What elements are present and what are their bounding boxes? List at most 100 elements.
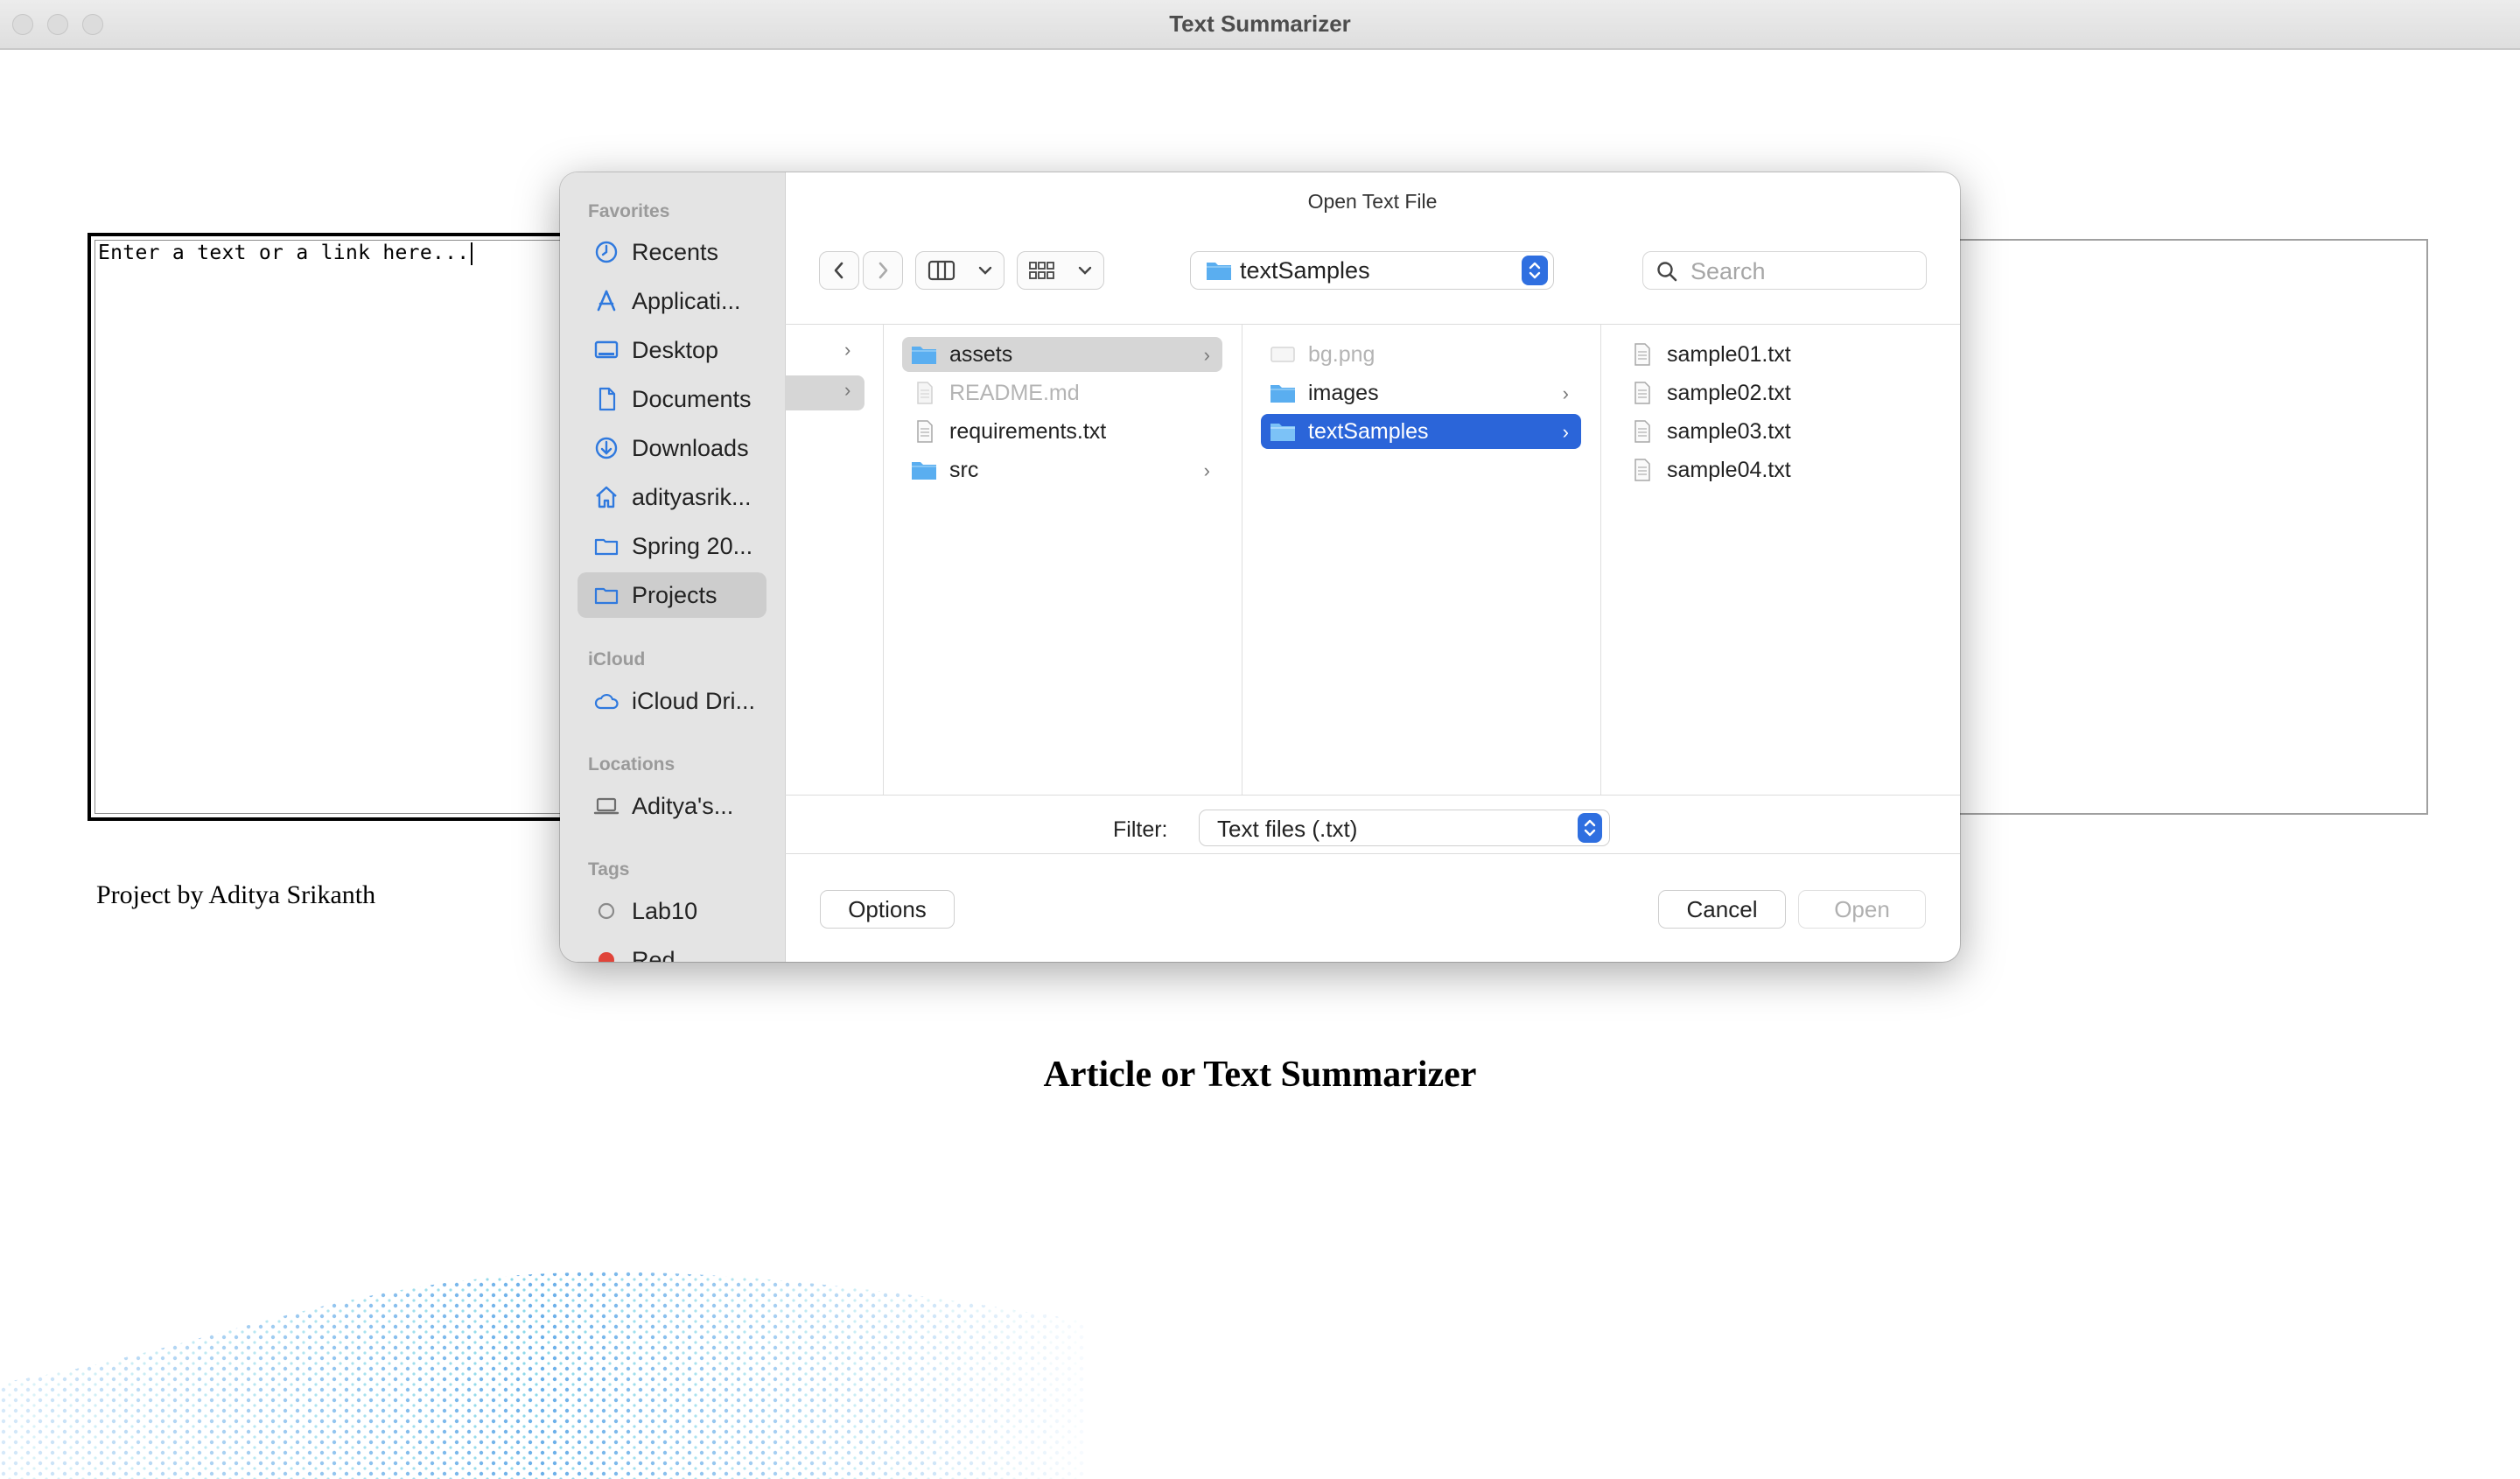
list-item-sample01[interactable]: sample01.txt — [1620, 337, 1940, 372]
filter-label: Filter: — [1113, 817, 1168, 842]
file-name: textSamples — [1308, 418, 1429, 444]
grid-icon — [1029, 262, 1054, 279]
file-name: README.md — [949, 380, 1080, 405]
up-down-stepper-icon — [1522, 256, 1548, 285]
download-icon — [595, 437, 618, 459]
file-icon — [1634, 382, 1650, 404]
chevron-right-icon — [878, 262, 888, 279]
sidebar-item-label: Applicati... — [632, 287, 741, 314]
sidebar-item-documents[interactable]: Documents — [578, 376, 766, 422]
image-file-icon — [1270, 347, 1295, 362]
list-item-assets[interactable]: assets › — [902, 337, 1222, 372]
filter-value: Text files (.txt) — [1217, 816, 1358, 842]
list-item-sample02[interactable]: sample02.txt — [1620, 375, 1940, 410]
chevron-right-icon: › — [1203, 459, 1210, 481]
file-icon — [1634, 420, 1650, 443]
columns-view-icon — [928, 260, 955, 281]
sidebar-item-label: Lab10 — [632, 897, 698, 924]
search-field[interactable]: Search — [1642, 251, 1927, 290]
sidebar-item-label: adityasrik... — [632, 483, 752, 510]
back-button[interactable] — [819, 251, 859, 290]
filter-popup[interactable]: Text files (.txt) — [1199, 810, 1610, 846]
sidebar-item-recents[interactable]: Recents — [578, 229, 766, 275]
chevron-down-icon — [1078, 266, 1092, 275]
sidebar-item-tag-lab10[interactable]: Lab10 — [578, 888, 766, 934]
sidebar-item-label: Documents — [632, 385, 752, 412]
folder-icon — [594, 538, 619, 556]
text-input-area[interactable] — [88, 233, 578, 821]
folder-icon — [912, 347, 936, 364]
sidebar-item-home[interactable]: adityasrik... — [578, 474, 766, 520]
folder-icon — [1270, 385, 1295, 403]
tag-circle-icon — [598, 902, 615, 920]
file-name: assets — [949, 341, 1013, 367]
folder-icon — [594, 587, 619, 605]
sidebar-item-label: Recents — [632, 238, 719, 265]
list-item-images[interactable]: images › — [1261, 375, 1581, 410]
laptop-icon — [593, 797, 620, 815]
search-placeholder: Search — [1690, 258, 1766, 284]
sidebar-item-label: iCloud Dri... — [632, 687, 756, 714]
text-caret — [471, 242, 473, 265]
sidebar-header-icloud: iCloud — [588, 649, 646, 669]
sidebar-item-applications[interactable]: Applicati... — [578, 278, 766, 324]
folder-icon — [912, 462, 936, 480]
dialog-sidebar: Favorites Recents Applicati... Desktop D… — [560, 172, 786, 962]
list-item-sample03[interactable]: sample03.txt — [1620, 414, 1940, 449]
sidebar-item-computer[interactable]: Aditya's... — [578, 783, 766, 829]
chevron-down-icon — [978, 266, 991, 275]
list-item-requirements[interactable]: requirements.txt — [902, 414, 1222, 449]
file-icon — [917, 420, 933, 443]
list-item-textsamples[interactable]: textSamples › — [1261, 414, 1581, 449]
file-name: sample03.txt — [1667, 418, 1791, 444]
location-popup[interactable]: textSamples — [1190, 251, 1554, 290]
sidebar-item-label: Desktop — [632, 336, 719, 363]
sidebar-item-label: Aditya's... — [632, 792, 734, 819]
file-name: requirements.txt — [949, 418, 1107, 444]
file-name: sample02.txt — [1667, 380, 1791, 405]
chevron-right-icon: › — [844, 379, 851, 401]
sidebar-item-tag-red[interactable]: Red — [578, 937, 766, 962]
sidebar-item-spring[interactable]: Spring 20... — [578, 523, 766, 569]
column1-selected-row[interactable]: › — [785, 375, 864, 410]
app-heading: Article or Text Summarizer — [1043, 1055, 1477, 1095]
desktop-icon — [594, 340, 619, 359]
home-icon — [596, 486, 617, 508]
chevron-right-icon: › — [1203, 344, 1210, 366]
list-item-sample04[interactable]: sample04.txt — [1620, 452, 1940, 487]
view-mode-button[interactable] — [915, 251, 1004, 290]
list-item-src[interactable]: src › — [902, 452, 1222, 487]
file-name: sample01.txt — [1667, 341, 1791, 367]
list-item-bg-png: bg.png — [1261, 337, 1581, 372]
group-by-button[interactable] — [1017, 251, 1104, 290]
chevron-right-icon: › — [844, 339, 851, 361]
cancel-button[interactable]: Cancel — [1658, 890, 1786, 929]
file-name: bg.png — [1308, 341, 1376, 367]
applications-icon — [597, 290, 616, 312]
file-name: sample04.txt — [1667, 457, 1791, 482]
sidebar-item-label: Spring 20... — [632, 532, 753, 559]
sidebar-header-favorites: Favorites — [588, 201, 670, 221]
sidebar-header-tags: Tags — [588, 859, 630, 880]
open-button[interactable]: Open — [1798, 890, 1926, 929]
sidebar-item-downloads[interactable]: Downloads — [578, 425, 766, 471]
open-file-dialog: Favorites Recents Applicati... Desktop D… — [560, 172, 1960, 962]
up-down-stepper-icon — [1578, 813, 1602, 843]
sidebar-item-projects[interactable]: Projects — [578, 572, 766, 618]
search-icon — [1657, 262, 1677, 282]
tag-red-dot-icon — [598, 952, 614, 962]
sidebar-item-icloud-drive[interactable]: iCloud Dri... — [578, 678, 766, 724]
credit-text: Project by Aditya Srikanth — [96, 880, 376, 909]
sidebar-item-label: Downloads — [632, 434, 749, 461]
sidebar-item-desktop[interactable]: Desktop — [578, 327, 766, 373]
summary-output-area — [1925, 239, 2428, 815]
options-button[interactable]: Options — [820, 890, 955, 929]
clock-icon — [595, 241, 618, 263]
list-item-readme: README.md — [902, 375, 1222, 410]
file-icon — [917, 382, 933, 404]
chevron-right-icon: › — [1562, 421, 1569, 443]
file-name: images — [1308, 380, 1379, 405]
forward-button[interactable] — [863, 251, 903, 290]
file-name: src — [949, 457, 979, 482]
chevron-left-icon — [834, 262, 844, 279]
